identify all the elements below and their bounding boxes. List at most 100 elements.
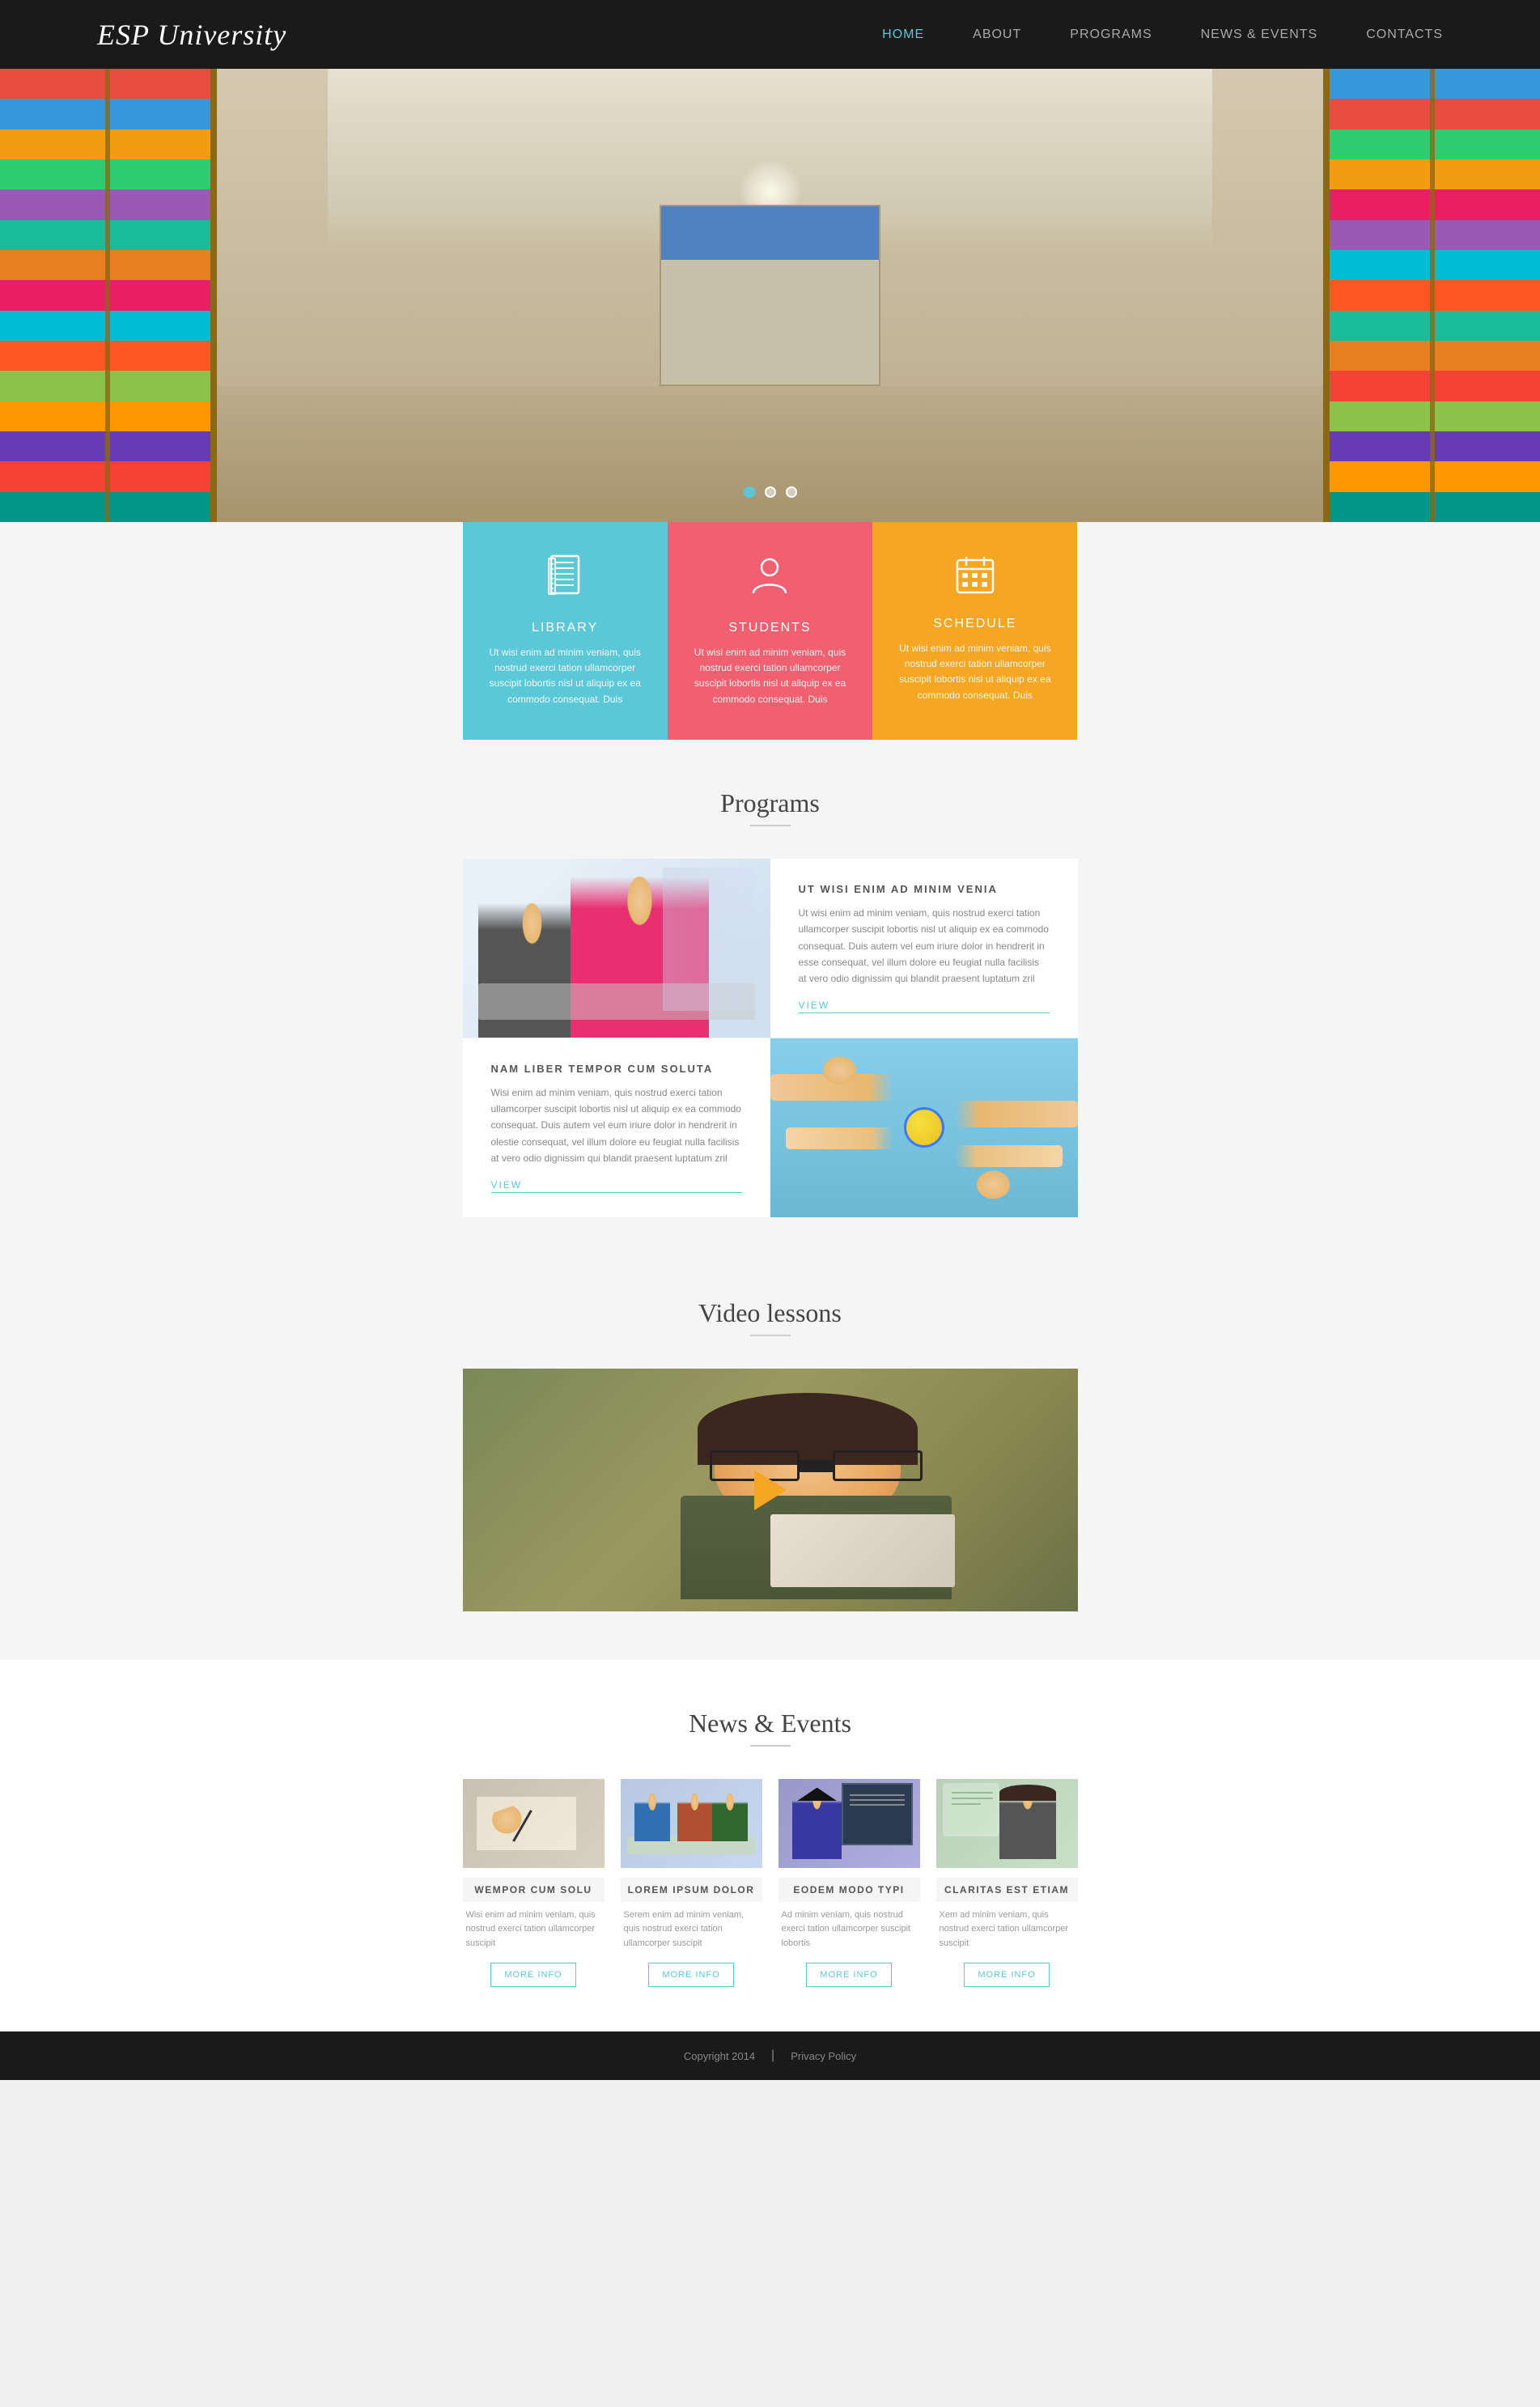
news-card-2: LOREM IPSUM DOLOR Serem enim ad minim ve… [621,1779,762,2000]
main-nav: HOME ABOUT PROGRAMS NEWS & EVENTS CONTAC… [882,28,1443,42]
shelf-divider-right-1 [1430,69,1435,522]
carousel-dot-3[interactable] [786,486,797,498]
background-shelves [663,868,755,1011]
news-card-1: WEMPOR CUM SOLU Wisi enim ad minim venia… [463,1779,605,2000]
programs-divider [750,825,791,826]
students-desc: Ut wisi enim ad minim veniam, quis nostr… [692,645,848,707]
carousel-dot-2[interactable] [765,486,776,498]
copyright-text: Copyright 2014 [684,2050,755,2062]
video-divider [750,1335,791,1336]
news-2-image [621,1779,762,1868]
program-row-1: UT WISI ENIM AD MINIM VENIA Ut wisi enim… [463,859,1078,1038]
person-3 [712,1792,748,1841]
news-4-image [936,1779,1078,1868]
news-4-more-info-button[interactable]: MORE INFO [964,1963,1049,1987]
news-1-text: Wisi enim ad minim veniam, quis nostrud … [463,1908,605,1951]
video-title: Video lessons [0,1298,1540,1328]
feature-schedule: SCHEDULE Ut wisi enim ad minim veniam, q… [872,522,1077,740]
news-card-3: EODEM MODO TYPI Ad minim veniam, quis no… [778,1779,920,2000]
feature-students: STUDENTS Ut wisi enim ad minim veniam, q… [668,522,872,740]
news-2-more-info-button[interactable]: MORE INFO [648,1963,733,1987]
door-window [661,206,879,260]
shelf-divider-left-1 [105,69,110,522]
news-1-more-info-button[interactable]: MORE INFO [490,1963,575,1987]
header: ESP University HOME ABOUT PROGRAMS NEWS … [0,0,1540,69]
news-section: News & Events WEMPOR CUM SOLU Wisi enim … [0,1660,1540,2032]
features-container: LIBRARY Ut wisi enim ad minim veniam, qu… [463,522,1078,740]
news-4-title: CLARITAS EST ETIAM [936,1878,1078,1902]
face-top [801,1038,878,1092]
schedule-title: SCHEDULE [897,617,1053,631]
program-2-text: NAM LIBER TEMPOR CUM SOLUTA Wisi enim ad… [463,1038,770,1217]
study-image-sim [463,859,770,1038]
hand-left-2 [786,1127,893,1149]
hand-right-1 [955,1101,1078,1127]
hero-section [0,69,1540,522]
presentation [948,1788,997,1832]
programs-section: Programs UT WISI ENIM AD MINIM VENIA Ut … [0,740,1540,1250]
program-1-description: Ut wisi enim ad minim veniam, quis nostr… [799,905,1050,987]
program-2-description: Wisi enim ad minim veniam, quis nostrud … [491,1085,742,1167]
news-section-title: News & Events [0,1709,1540,1738]
news-3-image [778,1779,920,1868]
meeting-sim [621,1779,762,1868]
feature-library: LIBRARY Ut wisi enim ad minim veniam, qu… [463,522,668,740]
speaker-sim [936,1779,1078,1868]
nav-item-about[interactable]: ABOUT [973,28,1021,42]
schedule-desc: Ut wisi enim ad minim veniam, quis nostr… [897,641,1053,703]
news-3-text: Ad minim veniam, quis nostrud exerci tat… [778,1908,920,1951]
library-title: LIBRARY [487,621,643,635]
students-icon [692,554,848,609]
glasses-right [833,1450,923,1481]
news-3-more-info-button[interactable]: MORE INFO [806,1963,891,1987]
sports-image-sim [770,1038,1078,1217]
footer: Copyright 2014 | Privacy Policy [0,2031,1540,2080]
person-1 [634,1792,670,1841]
carousel-dots [744,486,797,498]
speaker-hair [999,1785,1056,1801]
program-1-title: UT WISI ENIM AD MINIM VENIA [799,883,1050,895]
program-2-link[interactable]: VIEW [491,1179,742,1193]
library-icon [487,554,643,609]
shelf-divider-right-2 [1323,69,1330,522]
program-1-text: UT WISI ENIM AD MINIM VENIA Ut wisi enim… [770,859,1078,1038]
news-2-title: LOREM IPSUM DOLOR [621,1878,762,1902]
right-bookshelf [1330,69,1540,522]
writing-sim [463,1779,605,1868]
program-2-image [770,1038,1078,1217]
book [770,1514,955,1587]
news-4-text: Xem ad minim veniam, quis nostrud exerci… [936,1908,1078,1951]
news-divider [750,1745,791,1747]
programs-title: Programs [0,788,1540,818]
graduation-sim [778,1779,920,1868]
play-button[interactable] [754,1470,787,1510]
nav-item-contacts[interactable]: CONTACTS [1366,28,1443,42]
library-desc: Ut wisi enim ad minim veniam, quis nostr… [487,645,643,707]
nav-item-news-events[interactable]: NEWS & EVENTS [1201,28,1318,42]
program-row-2: NAM LIBER TEMPOR CUM SOLUTA Wisi enim ad… [463,1038,1078,1217]
nav-item-home[interactable]: HOME [882,28,924,42]
volleyball [904,1107,944,1148]
program-2-title: NAM LIBER TEMPOR CUM SOLUTA [491,1063,742,1075]
news-card-4: CLARITAS EST ETIAM Xem ad minim veniam, … [936,1779,1078,2000]
site-logo: ESP University [97,18,286,52]
shelf-divider-left-2 [210,69,217,522]
glasses-frame [698,1450,935,1481]
news-grid: WEMPOR CUM SOLU Wisi enim ad minim venia… [463,1779,1078,2000]
board [842,1783,913,1845]
news-3-title: EODEM MODO TYPI [778,1878,920,1902]
students-title: STUDENTS [692,621,848,635]
carousel-dot-1[interactable] [744,486,755,498]
end-door [660,205,880,386]
footer-divider: | [771,2048,774,2063]
news-2-text: Serem enim ad minim veniam, quis nostrud… [621,1908,762,1951]
privacy-policy-link[interactable]: Privacy Policy [791,2050,856,2062]
video-container[interactable] [463,1369,1078,1611]
program-1-image [463,859,770,1038]
news-1-image [463,1779,605,1868]
news-1-title: WEMPOR CUM SOLU [463,1878,605,1902]
program-1-link[interactable]: VIEW [799,1000,1050,1013]
video-section: Video lessons [0,1250,1540,1660]
floor-gradient [217,386,1323,522]
nav-item-programs[interactable]: PROGRAMS [1070,28,1152,42]
